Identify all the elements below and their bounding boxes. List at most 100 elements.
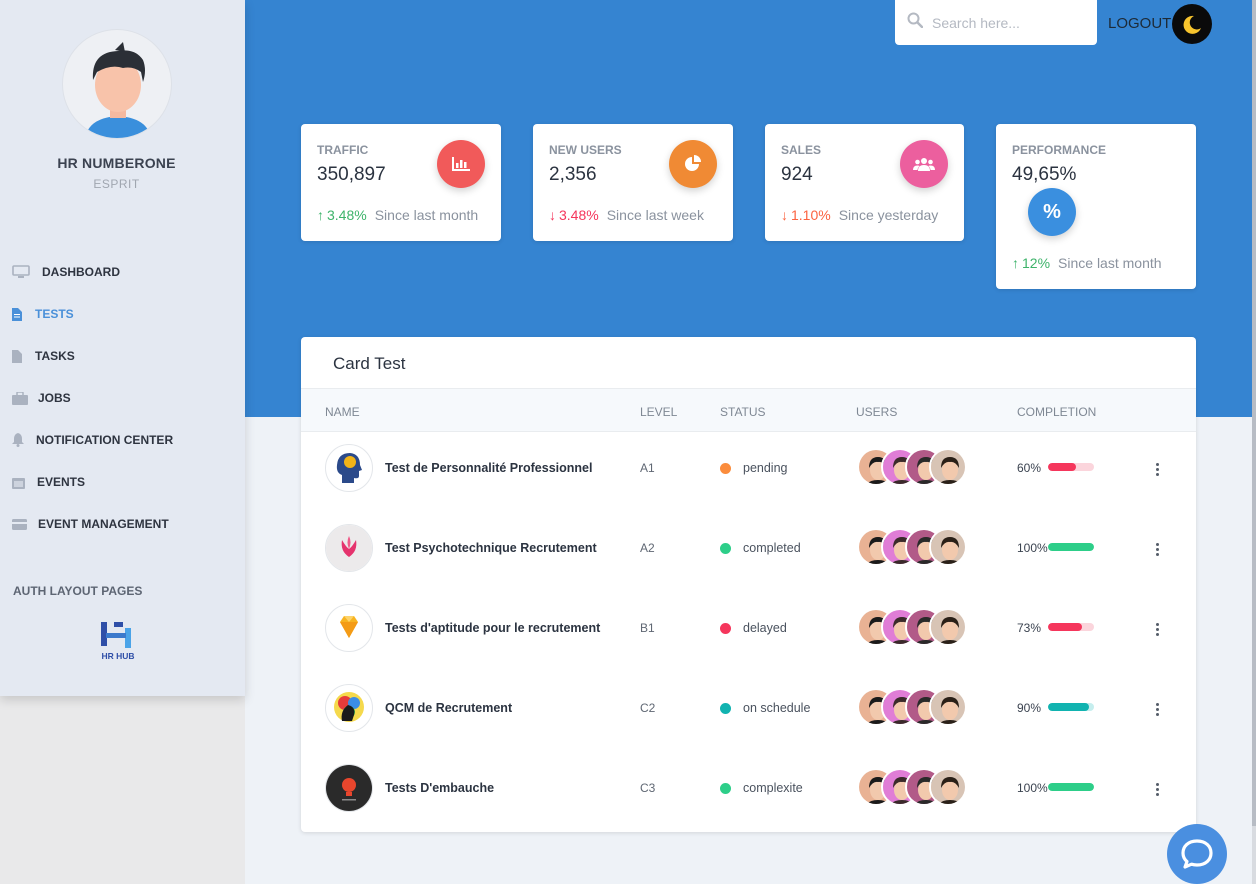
column-header-name[interactable]: NAME bbox=[325, 405, 360, 419]
stat-footer: ↑ 12% Since last month bbox=[1012, 255, 1162, 271]
stat-card-performance: PERFORMANCE 49,65% % ↑ 12% Since last mon… bbox=[996, 124, 1196, 289]
test-level: C3 bbox=[640, 781, 656, 795]
table-row[interactable]: Tests d'aptitude pour le recrutement B1 … bbox=[301, 592, 1196, 672]
status-dot-icon bbox=[720, 543, 731, 554]
sidebar-item-tasks[interactable]: TASKS bbox=[12, 344, 75, 368]
user-avatar[interactable] bbox=[929, 528, 967, 566]
column-header-users[interactable]: USERS bbox=[856, 405, 897, 419]
chart-pie-icon bbox=[669, 140, 717, 188]
completion-progress-fill bbox=[1048, 543, 1094, 551]
status-dot-icon bbox=[720, 783, 731, 794]
change-up: ↑ 3.48% bbox=[317, 207, 367, 223]
sidebar: HR NUMBERONE ESPRIT DASHBOARD TESTS TASK… bbox=[0, 0, 245, 696]
test-name[interactable]: Tests d'aptitude pour le recrutement bbox=[385, 621, 600, 635]
table-row[interactable]: Tests D'embauche C3 complexite 100% bbox=[301, 752, 1196, 832]
more-options-icon[interactable] bbox=[1152, 699, 1162, 719]
column-header-status[interactable]: STATUS bbox=[720, 405, 766, 419]
table-row[interactable]: Test Psychotechnique Recrutement A2 comp… bbox=[301, 512, 1196, 592]
stat-since: Since yesterday bbox=[838, 207, 939, 223]
table-row[interactable]: Test de Personnalité Professionnel A1 pe… bbox=[301, 432, 1196, 512]
stat-card-sales: SALES 924 ↓ 1.10% Since yesterday bbox=[765, 124, 964, 241]
sidebar-item-tests[interactable]: TESTS bbox=[12, 302, 74, 326]
completion-progress-bar bbox=[1048, 543, 1094, 551]
test-name[interactable]: Tests D'embauche bbox=[385, 781, 494, 795]
column-header-completion[interactable]: COMPLETION bbox=[1017, 405, 1096, 419]
stat-value: 2,356 bbox=[549, 164, 597, 185]
table-row[interactable]: QCM de Recrutement C2 on schedule 90% bbox=[301, 672, 1196, 752]
user-avatar[interactable] bbox=[929, 608, 967, 646]
table-header: NAME LEVEL STATUS USERS COMPLETION bbox=[301, 388, 1196, 432]
test-level: A1 bbox=[640, 461, 655, 475]
more-options-icon[interactable] bbox=[1152, 619, 1162, 639]
completion-progress-fill bbox=[1048, 703, 1090, 711]
chat-button[interactable] bbox=[1167, 824, 1227, 884]
stat-since: Since last week bbox=[606, 207, 704, 223]
stat-value: 924 bbox=[781, 164, 813, 185]
sidebar-item-jobs[interactable]: JOBS bbox=[12, 386, 71, 410]
arrow-down-icon: ↓ bbox=[781, 207, 788, 223]
sidebar-item-label: JOBS bbox=[38, 391, 71, 405]
hr-hub-logo[interactable]: HR HUB bbox=[97, 620, 139, 662]
status-dot-icon bbox=[720, 623, 731, 634]
calendar-icon bbox=[12, 476, 29, 489]
stat-value: 350,897 bbox=[317, 164, 386, 185]
sidebar-item-label: EVENT MANAGEMENT bbox=[38, 517, 169, 531]
completion-progress-bar bbox=[1048, 463, 1094, 471]
arrow-up-icon: ↑ bbox=[317, 207, 324, 223]
sidebar-item-label: TASKS bbox=[35, 349, 75, 363]
user-avatar[interactable] bbox=[929, 448, 967, 486]
svg-text:HR HUB: HR HUB bbox=[101, 651, 134, 661]
scrollbar-thumb[interactable] bbox=[1252, 0, 1256, 826]
status-text: completed bbox=[743, 541, 801, 555]
stat-footer: ↓ 3.48% Since last week bbox=[549, 207, 704, 223]
more-options-icon[interactable] bbox=[1152, 539, 1162, 559]
logout-button[interactable]: LOGOUT bbox=[1108, 15, 1171, 32]
stat-title: SALES bbox=[781, 143, 822, 157]
more-options-icon[interactable] bbox=[1152, 459, 1162, 479]
monitor-icon bbox=[12, 265, 34, 279]
sidebar-item-label: EVENTS bbox=[37, 475, 86, 489]
file-icon bbox=[12, 307, 28, 321]
stat-title: TRAFFIC bbox=[317, 143, 369, 157]
stat-change: 1.10% bbox=[791, 207, 831, 223]
test-name[interactable]: Test de Personnalité Professionnel bbox=[385, 461, 592, 475]
sidebar-item-label: DASHBOARD bbox=[42, 265, 120, 279]
sidebar-item-event-management[interactable]: EVENT MANAGEMENT bbox=[12, 512, 169, 536]
bulb-icon bbox=[325, 764, 373, 812]
completion-progress-bar bbox=[1048, 623, 1094, 631]
test-level: C2 bbox=[640, 701, 656, 715]
arrow-down-icon: ↓ bbox=[549, 207, 556, 223]
completion-percent: 100% bbox=[1017, 541, 1048, 555]
hr-hub-logo-icon: HR HUB bbox=[101, 622, 135, 661]
stat-change: 12% bbox=[1022, 255, 1051, 271]
dark-mode-toggle[interactable] bbox=[1172, 4, 1212, 44]
colorful-head-icon bbox=[325, 684, 373, 732]
more-options-icon[interactable] bbox=[1152, 779, 1162, 799]
stat-title: PERFORMANCE bbox=[1012, 143, 1107, 157]
stat-footer: ↑ 3.48% Since last month bbox=[317, 207, 478, 223]
stat-card-traffic: TRAFFIC 350,897 ↑ 3.48% Since last month bbox=[301, 124, 501, 241]
profile-avatar[interactable] bbox=[62, 29, 172, 139]
stat-change: 3.48% bbox=[559, 207, 599, 223]
scrollbar[interactable] bbox=[1252, 0, 1256, 884]
sidebar-item-notification-center[interactable]: NOTIFICATION CENTER bbox=[12, 428, 173, 452]
person-icon bbox=[85, 42, 151, 138]
sidebar-item-events[interactable]: EVENTS bbox=[12, 470, 85, 494]
completion-progress-fill bbox=[1048, 623, 1082, 631]
search-input[interactable] bbox=[932, 14, 1082, 31]
column-header-level[interactable]: LEVEL bbox=[640, 405, 677, 419]
change-down: ↓ 3.48% bbox=[549, 207, 599, 223]
sidebar-item-dashboard[interactable]: DASHBOARD bbox=[12, 260, 120, 284]
completion-percent: 73% bbox=[1017, 621, 1042, 635]
briefcase-icon bbox=[12, 391, 30, 405]
diamond-icon bbox=[325, 604, 373, 652]
status-text: pending bbox=[743, 461, 788, 475]
user-avatar[interactable] bbox=[929, 688, 967, 726]
test-name[interactable]: Test Psychotechnique Recrutement bbox=[385, 541, 597, 555]
bell-icon bbox=[12, 433, 28, 447]
search-box[interactable] bbox=[895, 0, 1097, 45]
test-name[interactable]: QCM de Recrutement bbox=[385, 701, 512, 715]
completion-progress-bar bbox=[1048, 703, 1094, 711]
user-avatar[interactable] bbox=[929, 768, 967, 806]
chat-bubble-icon bbox=[1181, 839, 1213, 869]
